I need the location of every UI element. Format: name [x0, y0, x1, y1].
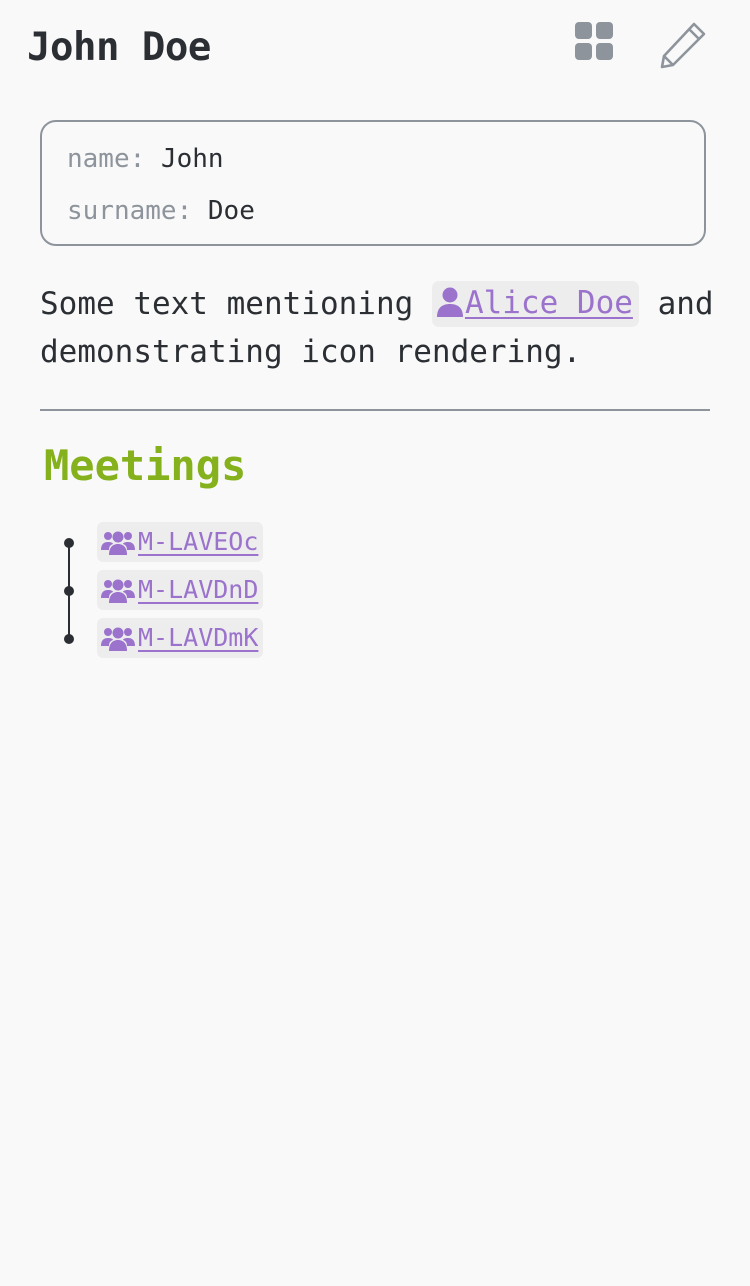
meeting-link[interactable]: M-LAVEOc: [97, 522, 264, 562]
meeting-label[interactable]: M-LAVDnD: [138, 575, 258, 604]
meeting-label[interactable]: M-LAVEOc: [138, 527, 258, 556]
property-value: Doe: [207, 196, 255, 226]
pencil-icon: [660, 22, 706, 69]
bullet-dot: [64, 538, 74, 548]
body-paragraph: Some text mentioning Alice Doe and demon…: [40, 280, 720, 376]
meetings-heading: Meetings: [44, 441, 247, 490]
users-icon: [101, 627, 135, 651]
mention-link[interactable]: Alice Doe: [465, 285, 633, 321]
meeting-link[interactable]: M-LAVDmK: [97, 618, 264, 658]
paragraph-text: Some text mentioning: [40, 286, 432, 322]
users-icon: [101, 531, 135, 555]
properties-box: name: John surname: Doe: [40, 120, 706, 246]
property-value: John: [160, 144, 224, 174]
meetings-list: M-LAVEOc M-LAVDnD M-LAVDmK: [0, 520, 750, 670]
page-header: John Doe: [0, 0, 750, 96]
users-icon: [101, 579, 135, 603]
meeting-link[interactable]: M-LAVDnD: [97, 570, 264, 610]
list-item: M-LAVDmK: [0, 616, 750, 660]
person-mention[interactable]: Alice Doe: [431, 281, 639, 327]
bullet-dot: [64, 634, 74, 644]
meeting-label[interactable]: M-LAVDmK: [138, 623, 258, 652]
property-name: name: John: [67, 141, 224, 177]
property-key: surname:: [67, 196, 193, 226]
page-title: John Doe: [27, 25, 211, 70]
grid-view-button[interactable]: [573, 20, 617, 64]
divider: [40, 409, 710, 411]
person-icon: [436, 287, 463, 317]
bullet-dot: [64, 586, 74, 596]
edit-button[interactable]: [658, 20, 708, 70]
grid-view-icon: [575, 22, 613, 60]
list-item: M-LAVDnD: [0, 568, 750, 612]
property-surname: surname: Doe: [67, 193, 255, 229]
property-key: name:: [67, 144, 146, 174]
list-item: M-LAVEOc: [0, 520, 750, 564]
